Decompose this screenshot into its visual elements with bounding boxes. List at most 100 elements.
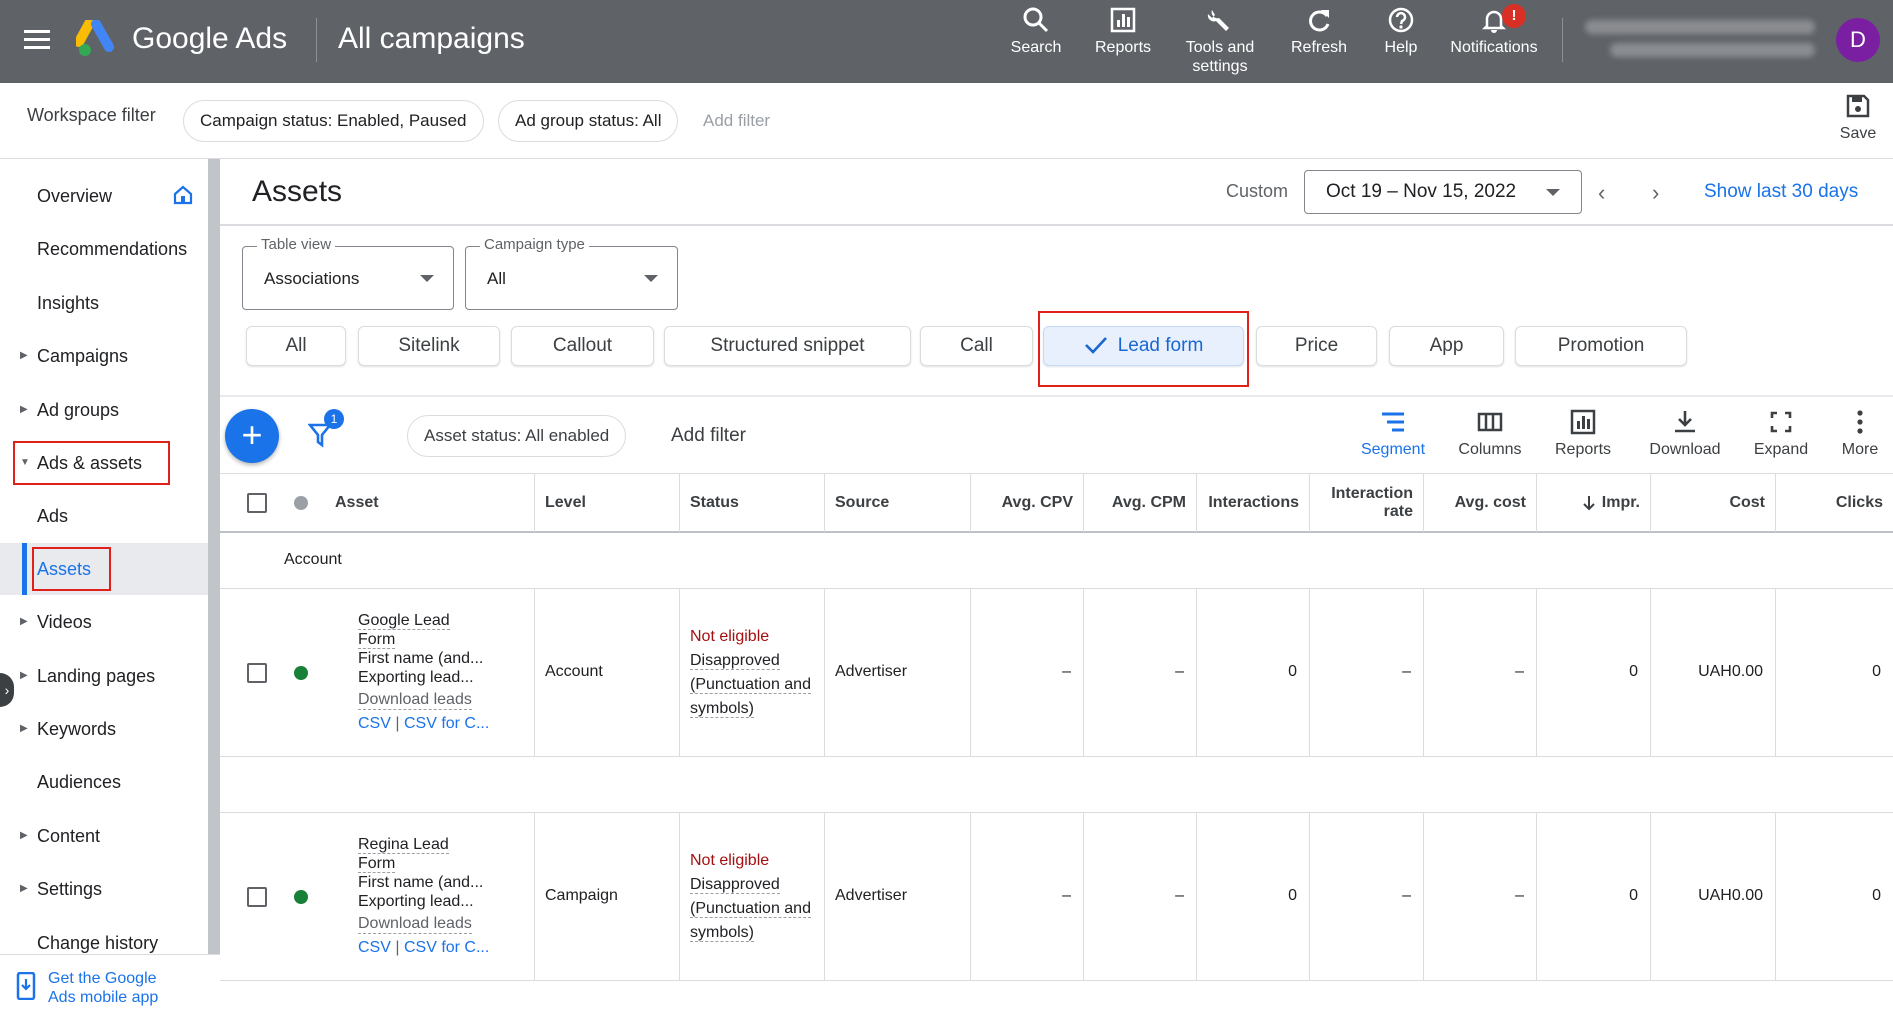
type-chip-structured-snippet[interactable]: Structured snippet (664, 326, 911, 366)
ad-group-status-chip[interactable]: Ad group status: All (498, 100, 679, 142)
account-scope-title[interactable]: All campaigns (338, 22, 525, 56)
expand-button[interactable]: Expand (1749, 409, 1813, 459)
top-bar: Google Ads All campaigns Search Reports … (0, 0, 1893, 83)
sidebar-item-label: Recommendations (37, 239, 188, 259)
download-button[interactable]: Download (1644, 409, 1726, 459)
sidebar-item-keywords[interactable]: ▶ Keywords (0, 709, 208, 749)
col-header-impr[interactable]: Impr. (1537, 474, 1651, 532)
tools-settings-button[interactable]: Tools and settings (1182, 6, 1258, 76)
campaign-status-chip[interactable]: Campaign status: Enabled, Paused (183, 100, 484, 142)
asset-cell: Google Lead Form First name (and... Expo… (220, 589, 535, 757)
asset-name-link[interactable]: Google Lead Form (358, 612, 450, 649)
sidebar-item-content[interactable]: ▶ Content (0, 816, 208, 856)
sidebar-item-settings[interactable]: ▶ Settings (0, 869, 208, 909)
sidebar-item-overview[interactable]: Overview (0, 176, 208, 216)
table-header: Asset Level Status Source Avg. CPV Avg. … (220, 473, 1893, 533)
save-button[interactable]: Save (1836, 93, 1880, 143)
header-divider (220, 224, 1893, 226)
type-chip-callout[interactable]: Callout (511, 326, 654, 366)
date-range-selector[interactable]: Oct 19 – Nov 15, 2022 (1304, 170, 1582, 214)
segment-button[interactable]: Segment (1358, 409, 1428, 459)
col-header-avg-cpv[interactable]: Avg. CPV (971, 474, 1084, 532)
avg-cpm-cell: – (1084, 813, 1197, 981)
col-header-level[interactable]: Level (535, 474, 680, 532)
avatar[interactable]: D (1836, 18, 1880, 62)
caret-right-icon: ▶ (20, 350, 28, 361)
col-header-cost[interactable]: Cost (1651, 474, 1776, 532)
type-chip-call[interactable]: Call (920, 326, 1033, 366)
impr-cell: 0 (1537, 813, 1651, 981)
select-all-checkbox[interactable] (247, 493, 267, 513)
sidebar-item-videos[interactable]: ▶ Videos (0, 602, 208, 642)
interaction-rate-cell: – (1310, 813, 1424, 981)
type-chip-price[interactable]: Price (1256, 326, 1377, 366)
sidebar-item-insights[interactable]: Insights (0, 283, 208, 323)
next-period-chevron-icon[interactable]: › (1652, 180, 1659, 206)
show-last-30-days-link[interactable]: Show last 30 days (1704, 181, 1858, 203)
status-detail[interactable]: Disapproved (Punctuation and symbols) (690, 876, 811, 942)
col-header-source[interactable]: Source (825, 474, 971, 532)
refresh-button[interactable]: Refresh (1288, 6, 1350, 57)
col-header-clicks[interactable]: Clicks (1776, 474, 1893, 532)
status-detail[interactable]: Disapproved (Punctuation and symbols) (690, 652, 811, 718)
sidebar-item-ads[interactable]: Ads (0, 496, 208, 536)
sort-down-arrow-icon (1583, 496, 1595, 511)
workspace-add-filter[interactable]: Add filter (703, 111, 770, 131)
more-label: More (1841, 441, 1879, 458)
table-row[interactable]: Regina Lead Form First name (and... Expo… (220, 813, 1893, 981)
caret-right-icon: ▶ (20, 830, 28, 841)
sidebar-scrollbar[interactable] (208, 159, 220, 954)
brand-name[interactable]: Google Ads (132, 22, 287, 56)
csv-link[interactable]: CSV (358, 715, 391, 732)
interactions-cell: 0 (1197, 813, 1310, 981)
csv-link[interactable]: CSV (358, 939, 391, 956)
type-chip-sitelink[interactable]: Sitelink (358, 326, 500, 366)
col-header-interactions[interactable]: Interactions (1197, 474, 1310, 532)
source-cell: Advertiser (825, 589, 971, 757)
asset-name-link[interactable]: Regina Lead Form (358, 836, 449, 873)
main-content: Assets Custom Oct 19 – Nov 15, 2022 ‹ › … (220, 159, 1893, 1013)
asset-status-chip[interactable]: Asset status: All enabled (407, 415, 627, 457)
level-cell: Campaign (535, 813, 680, 981)
col-header-asset[interactable]: Asset (325, 474, 535, 532)
col-header-avg-cpm[interactable]: Avg. CPM (1084, 474, 1197, 532)
reports-button[interactable]: Reports (1550, 409, 1616, 459)
menu-icon[interactable] (24, 30, 50, 50)
expand-label: Expand (1753, 441, 1809, 458)
clicks-cell: 0 (1872, 887, 1881, 904)
type-chip-app[interactable]: App (1389, 326, 1504, 366)
sidebar-item-landing-pages[interactable]: ▶ Landing pages (0, 656, 208, 696)
more-button[interactable]: More (1836, 409, 1884, 459)
asset-cell: Regina Lead Form First name (and... Expo… (220, 813, 535, 981)
campaign-type-select[interactable]: Campaign type All (465, 236, 678, 310)
active-indicator (22, 543, 27, 595)
sidebar-item-ad-groups[interactable]: ▶ Ad groups (0, 390, 208, 430)
filter-count-badge: 1 (324, 409, 344, 429)
type-chip-promotion[interactable]: Promotion (1515, 326, 1687, 366)
col-header-interaction-rate[interactable]: Interaction rate (1310, 474, 1424, 532)
type-chip-all[interactable]: All (246, 326, 346, 366)
save-icon (1846, 94, 1870, 118)
previous-period-chevron-icon[interactable]: ‹ (1598, 180, 1605, 206)
google-ads-logo-icon (76, 20, 114, 56)
reports-tool-button[interactable]: Reports (1088, 6, 1158, 57)
segment-icon (1382, 412, 1404, 432)
account-info-redacted[interactable] (1585, 16, 1820, 64)
table-row[interactable]: Google Lead Form First name (and... Expo… (220, 589, 1893, 757)
sidebar-item-campaigns[interactable]: ▶ Campaigns (0, 336, 208, 376)
mobile-app-promo[interactable]: Get the Google Ads mobile app (0, 954, 220, 1013)
col-header-avg-cost[interactable]: Avg. cost (1424, 474, 1537, 532)
csv-for-crm-link[interactable]: CSV for C... (404, 939, 489, 956)
sidebar-item-recommendations[interactable]: Recommendations (0, 229, 208, 269)
columns-button[interactable]: Columns (1453, 409, 1527, 459)
add-filter-button[interactable]: Add filter (671, 425, 746, 447)
col-header-status[interactable]: Status (680, 474, 825, 532)
campaign-type-legend: Campaign type (480, 236, 589, 253)
sidebar-item-audiences[interactable]: Audiences (0, 762, 208, 802)
table-view-select[interactable]: Table view Associations (242, 236, 454, 310)
notifications-button[interactable]: Notifications ! (1444, 4, 1544, 57)
help-button[interactable]: Help (1380, 6, 1422, 57)
search-tool-button[interactable]: Search (1008, 6, 1064, 57)
csv-for-crm-link[interactable]: CSV for C... (404, 715, 489, 732)
add-asset-button[interactable]: + (225, 409, 279, 463)
